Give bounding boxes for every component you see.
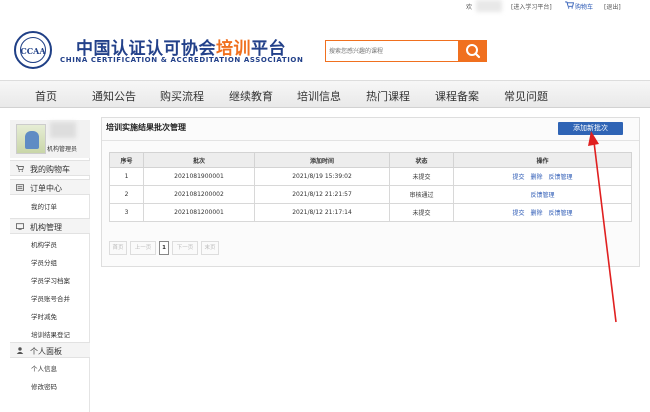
annotation-arrow <box>588 131 617 323</box>
